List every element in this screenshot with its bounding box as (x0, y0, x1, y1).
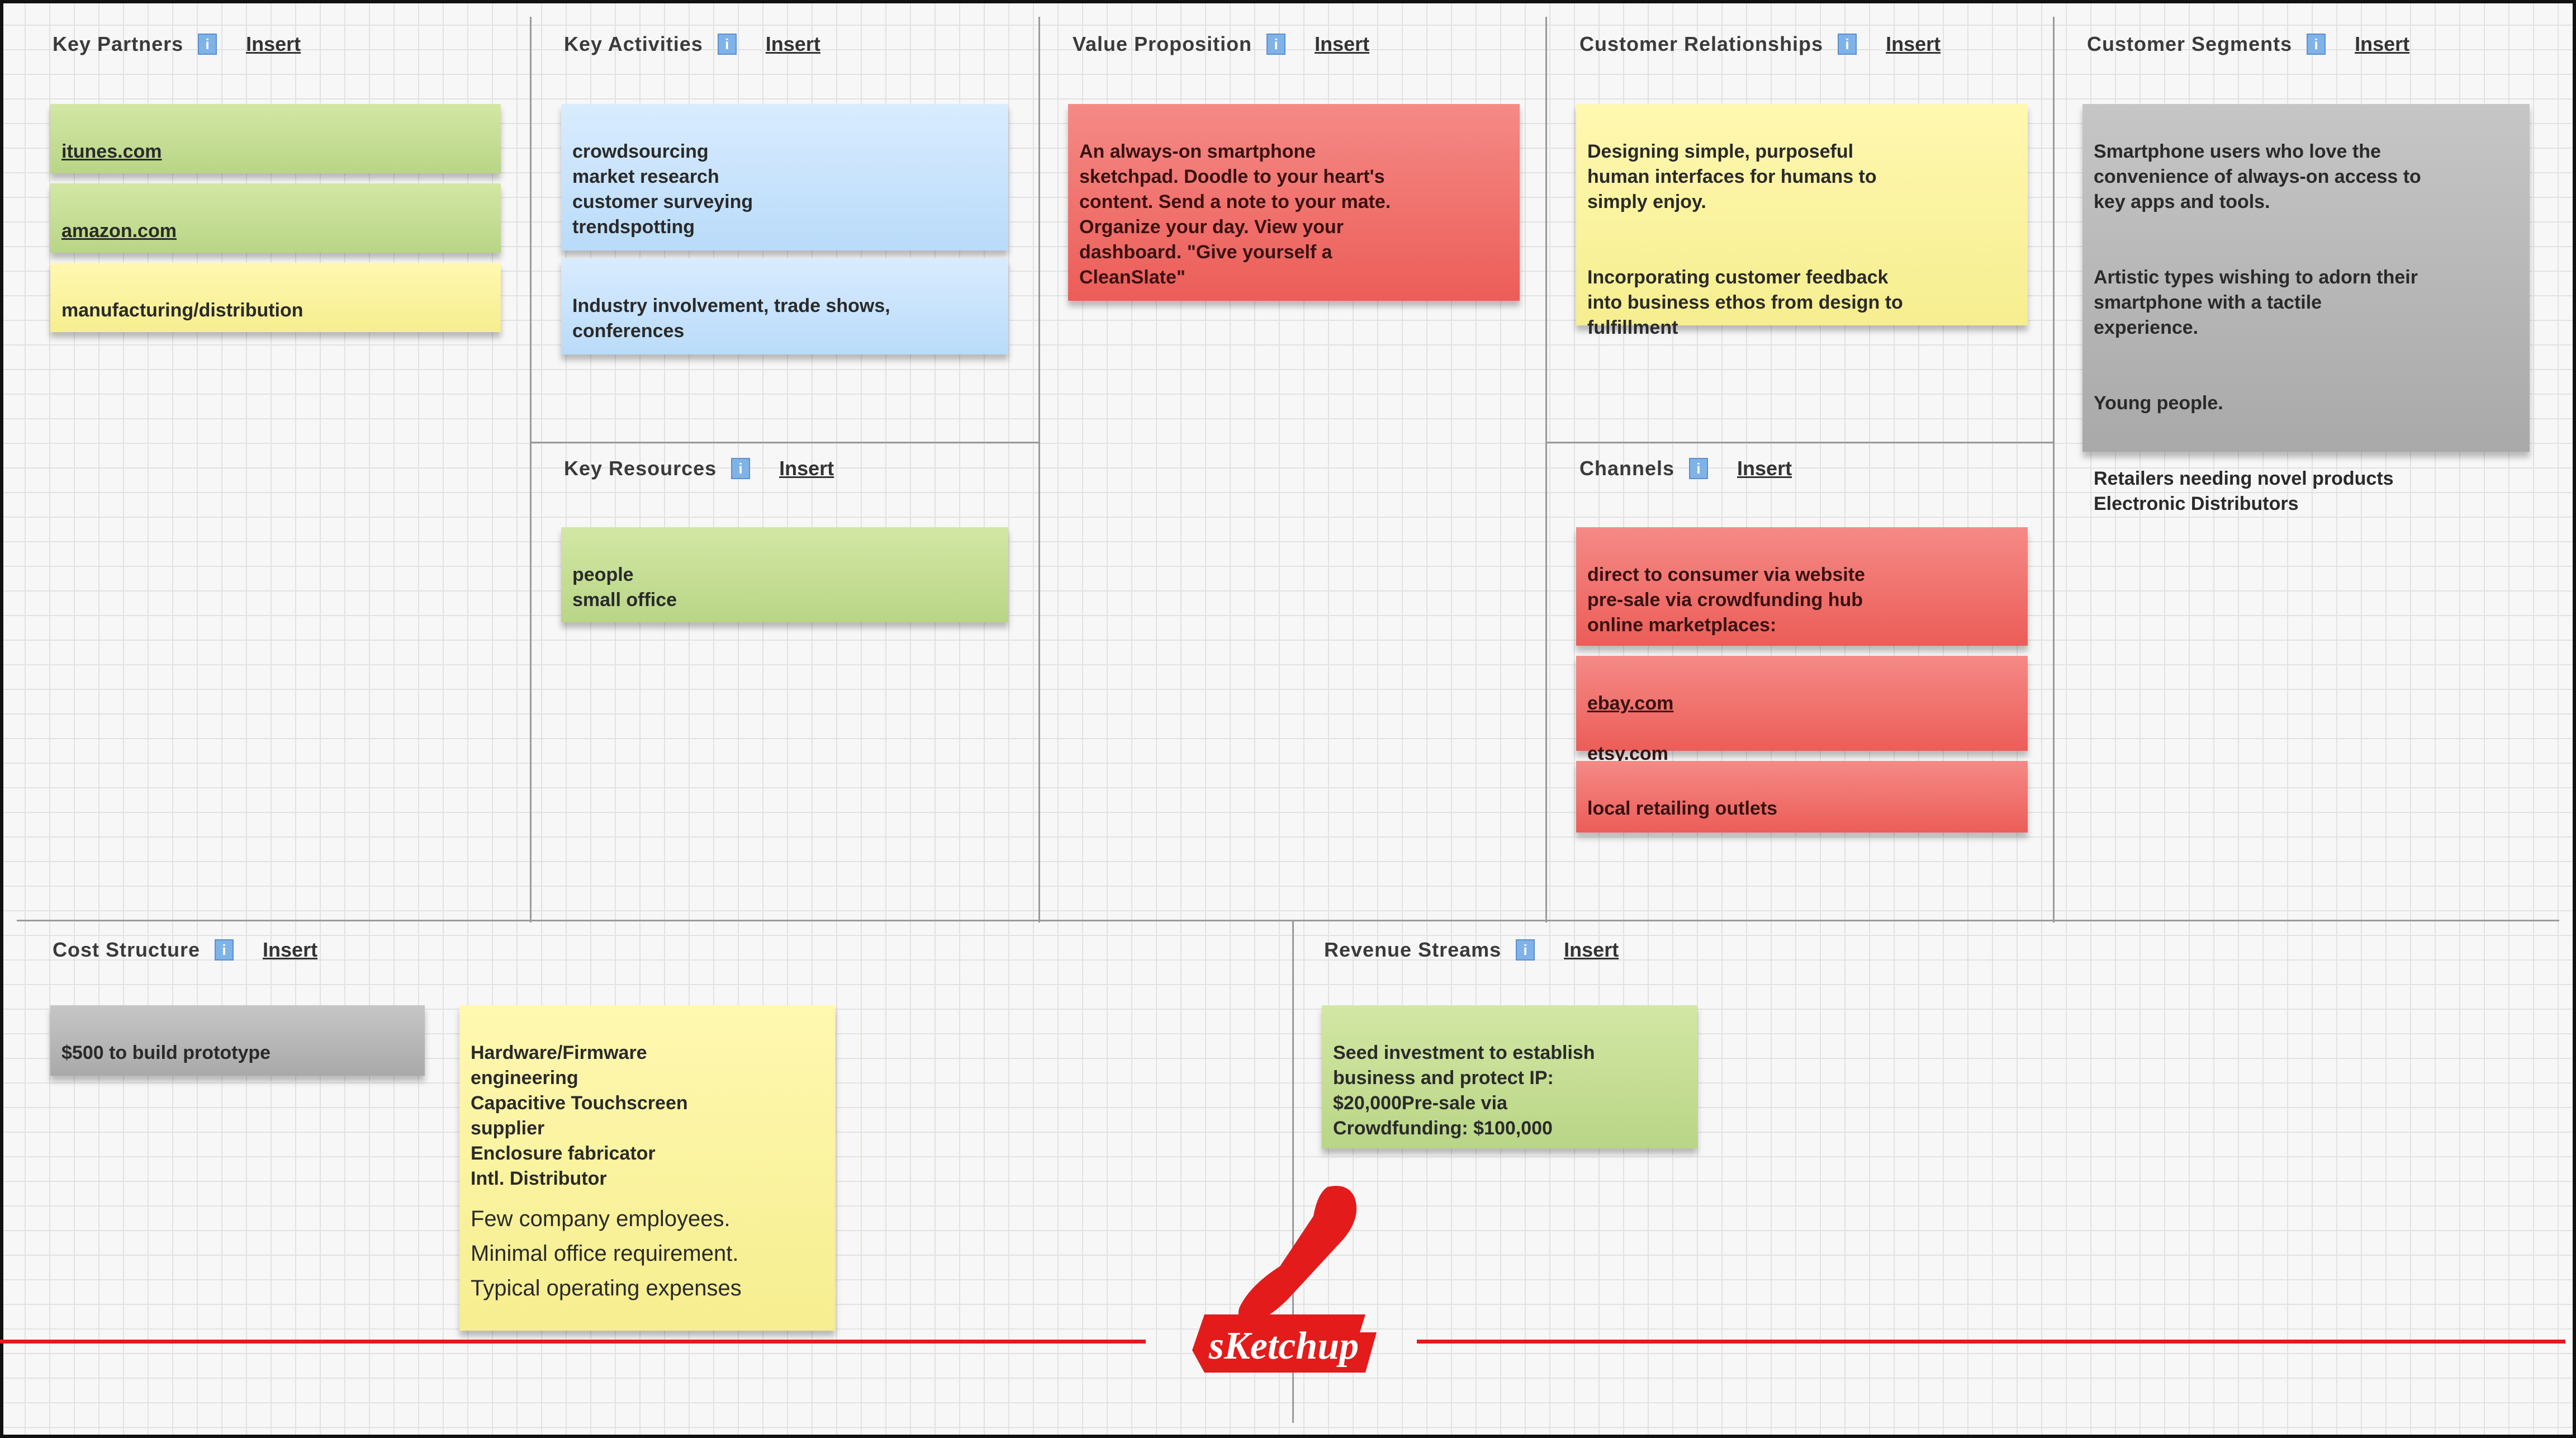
note-text: Hardware/Firmware engineering Capacitive… (471, 1042, 688, 1189)
red-line-left (0, 1340, 1146, 1344)
note-paragraph: Young people. (2094, 392, 2223, 414)
block-title: Key Resources (564, 457, 717, 480)
note-value-prop[interactable]: An always-on smartphone sketchpad. Doodl… (1068, 104, 1520, 301)
insert-link[interactable]: Insert (1315, 32, 1369, 56)
info-icon[interactable]: i (2307, 34, 2326, 55)
sketchup-logo: sKetchup (1188, 1182, 1380, 1381)
info-icon[interactable]: i (1689, 458, 1709, 479)
note-direct[interactable]: direct to consumer via website pre-sale … (1576, 527, 2028, 646)
logo-text: sKetchup (1208, 1325, 1359, 1368)
insert-link[interactable]: Insert (1564, 938, 1619, 962)
block-cost-structure: Cost Structure i Insert $500 to build pr… (17, 921, 1292, 1425)
block-title: Revenue Streams (1324, 938, 1502, 961)
block-header: Key Partners i Insert (53, 32, 301, 56)
block-title: Key Activities (564, 32, 703, 55)
info-icon[interactable]: i (215, 939, 234, 961)
note-paragraph: Smartphone users who love the convenienc… (2094, 141, 2421, 212)
note-itunes[interactable]: itunes.com (50, 104, 501, 173)
note-text: crowdsourcing market research customer s… (572, 141, 753, 238)
note-text: direct to consumer via website pre-sale … (1587, 564, 1865, 636)
info-icon[interactable]: i (731, 458, 751, 479)
note-amazon[interactable]: amazon.com (50, 183, 501, 253)
note-paragraph: Retailers needing novel products Electro… (2094, 468, 2394, 514)
note-extra-text: Few company employees. Minimal office re… (471, 1207, 742, 1300)
block-header: Channels i Insert (1579, 457, 1792, 480)
note-paragraph: Artistic types wishing to adorn their sm… (2094, 267, 2418, 338)
block-key-partners: Key Partners i Insert itunes.com amazon.… (17, 0, 530, 920)
block-title: Value Proposition (1073, 32, 1253, 55)
note-prototype[interactable]: $500 to build prototype (50, 1005, 425, 1076)
info-icon[interactable]: i (198, 34, 217, 55)
note-link[interactable]: itunes.com (61, 139, 490, 164)
info-icon[interactable]: i (717, 34, 737, 55)
block-title: Customer Relationships (1579, 32, 1824, 55)
note-text: local retailing outlets (1587, 798, 1778, 819)
note-text: $500 to build prototype (61, 1042, 271, 1063)
note-paragraph: Incorporating customer feedback into bus… (1587, 267, 1903, 338)
insert-link[interactable]: Insert (263, 938, 317, 962)
info-icon[interactable]: i (1838, 34, 1857, 55)
note-paragraph: Designing simple, purposeful human inter… (1587, 141, 1877, 212)
note-link[interactable]: ebay.com (1587, 691, 2017, 716)
block-header: Cost Structure i Insert (53, 938, 317, 962)
block-header: Key Activities i Insert (564, 32, 820, 56)
block-header: Customer Segments i Insert (2087, 32, 2409, 56)
info-icon[interactable]: i (1266, 34, 1286, 55)
block-title: Channels (1579, 457, 1675, 480)
sketchup-logo-graphic: sKetchup (1192, 1186, 1377, 1373)
note-marketplaces[interactable]: ebay.com etsy.com (1576, 656, 2028, 764)
block-value-proposition: Value Proposition i Insert An always-on … (1040, 0, 1545, 920)
insert-link[interactable]: Insert (1886, 32, 1941, 56)
note-manufacturing[interactable]: manufacturing/distribution (50, 263, 501, 332)
red-line-right (1417, 1340, 2565, 1344)
note-people[interactable]: people small office (561, 527, 1008, 622)
note-segments[interactable]: Smartphone users who love the convenienc… (2082, 104, 2530, 514)
note-text: Seed investment to establish business an… (1333, 1042, 1595, 1139)
note-link[interactable]: amazon.com (61, 219, 490, 244)
note-text: Industry involvement, trade shows, confe… (572, 295, 890, 342)
block-customer-segments: Customer Segments i Insert Smartphone us… (2055, 0, 2559, 920)
note-text: An always-on smartphone sketchpad. Doodl… (1079, 141, 1391, 288)
info-icon[interactable]: i (1516, 939, 1535, 961)
note-text: people small office (572, 564, 677, 611)
block-header: Key Resources i Insert (564, 457, 834, 480)
block-key-resources: Key Resources i Insert people small offi… (532, 443, 1038, 920)
note-revenue[interactable]: Seed investment to establish business an… (1322, 1005, 1697, 1148)
insert-link[interactable]: Insert (766, 32, 820, 56)
block-revenue-streams: Revenue Streams i Insert Seed investment… (1294, 921, 2559, 1425)
block-customer-relationships: Customer Relationships i Insert Designin… (1547, 0, 2053, 442)
block-title: Cost Structure (53, 938, 201, 961)
block-channels: Channels i Insert direct to consumer via… (1547, 443, 2053, 920)
block-title: Customer Segments (2087, 32, 2293, 55)
insert-link[interactable]: Insert (2355, 32, 2409, 56)
note-text: manufacturing/distribution (61, 300, 303, 321)
block-key-activities: Key Activities i Insert crowdsourcing ma… (532, 0, 1038, 442)
insert-link[interactable]: Insert (1737, 457, 1792, 480)
insert-link[interactable]: Insert (246, 32, 301, 56)
note-crowdsourcing[interactable]: crowdsourcing market research customer s… (561, 104, 1008, 250)
note-local[interactable]: local retailing outlets (1576, 761, 2028, 832)
block-header: Value Proposition i Insert (1073, 32, 1369, 56)
block-header: Customer Relationships i Insert (1579, 32, 1941, 56)
insert-link[interactable]: Insert (779, 457, 834, 480)
block-title: Key Partners (53, 32, 184, 55)
block-header: Revenue Streams i Insert (1324, 938, 1619, 962)
note-industry[interactable]: Industry involvement, trade shows, confe… (561, 258, 1008, 354)
note-hardware[interactable]: Hardware/Firmware engineering Capacitive… (459, 1005, 835, 1331)
note-designing[interactable]: Designing simple, purposeful human inter… (1576, 104, 2028, 338)
